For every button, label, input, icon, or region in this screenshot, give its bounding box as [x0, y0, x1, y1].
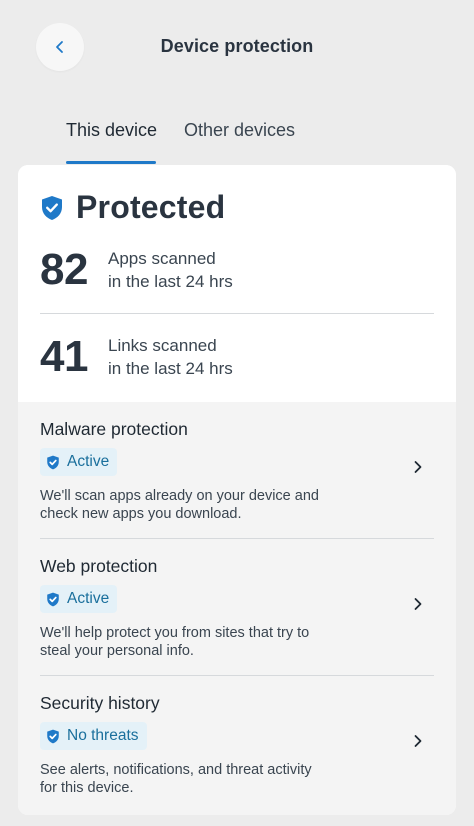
feature-description-line2: steal your personal info. — [40, 643, 194, 659]
apps-scanned-label: Apps scanned in the last 24 hrs — [108, 247, 233, 293]
feature-divider — [40, 675, 434, 676]
chevron-right-icon — [410, 459, 426, 475]
shield-check-icon — [47, 729, 59, 743]
active-tab-indicator — [66, 161, 156, 164]
feature-description: See alerts, notifications, and threat ac… — [40, 761, 434, 797]
protection-summary: Protected 82 Apps scanned in the last 24… — [18, 165, 456, 402]
apps-scanned-label-line2: in the last 24 hrs — [108, 272, 233, 291]
apps-scanned-label-line1: Apps scanned — [108, 249, 216, 268]
status-badge-text: Active — [67, 590, 110, 607]
feature-description: We'll scan apps already on your device a… — [40, 487, 434, 523]
feature-description-line1: See alerts, notifications, and threat ac… — [40, 762, 312, 778]
page-title: Device protection — [160, 36, 314, 56]
feature-title: Web protection — [40, 556, 158, 576]
protection-card: Protected 82 Apps scanned in the last 24… — [18, 165, 456, 815]
feature-divider — [40, 538, 434, 539]
status-row: Protected — [40, 189, 225, 226]
feature-list: Malware protection Active We'll scan app… — [18, 402, 456, 815]
feature-security-history[interactable]: Security history No threats See alerts, … — [40, 693, 434, 803]
status-text: Protected — [76, 189, 226, 225]
status-badge: Active — [40, 585, 118, 613]
links-scanned-label-line2: in the last 24 hrs — [108, 359, 233, 378]
tab-bar: This device Other devices — [0, 110, 474, 166]
feature-description-line2: for this device. — [40, 780, 134, 796]
status-badge-text: No threats — [67, 727, 139, 744]
feature-title: Security history — [40, 693, 160, 713]
chevron-right-icon — [410, 596, 426, 612]
status-badge: No threats — [40, 722, 147, 750]
feature-title: Malware protection — [40, 419, 188, 439]
links-scanned-label: Links scanned in the last 24 hrs — [108, 334, 233, 380]
tab-other-devices[interactable]: Other devices — [184, 120, 295, 159]
status-badge: Active — [40, 448, 118, 476]
shield-check-icon — [47, 592, 59, 606]
shield-check-icon — [42, 195, 62, 220]
links-scanned-count: 41 — [40, 332, 88, 381]
feature-description: We'll help protect you from sites that t… — [40, 624, 434, 660]
status-badge-text: Active — [67, 453, 110, 470]
links-scanned-label-line1: Links scanned — [108, 336, 217, 355]
app-header: Device protection — [0, 0, 474, 96]
feature-malware-protection[interactable]: Malware protection Active We'll scan app… — [40, 419, 434, 529]
feature-web-protection[interactable]: Web protection Active We'll help protect… — [40, 556, 434, 666]
apps-scanned-count: 82 — [40, 245, 88, 294]
feature-description-line1: We'll help protect you from sites that t… — [40, 625, 310, 641]
tab-this-device[interactable]: This device — [66, 120, 157, 159]
feature-description-line2: check new apps you download. — [40, 506, 242, 522]
shield-check-icon — [47, 455, 59, 469]
feature-description-line1: We'll scan apps already on your device a… — [40, 488, 319, 504]
stat-divider — [40, 313, 434, 314]
chevron-right-icon — [410, 733, 426, 749]
links-scanned-stat: 41 Links scanned in the last 24 hrs — [40, 332, 233, 382]
apps-scanned-stat: 82 Apps scanned in the last 24 hrs — [40, 245, 233, 295]
